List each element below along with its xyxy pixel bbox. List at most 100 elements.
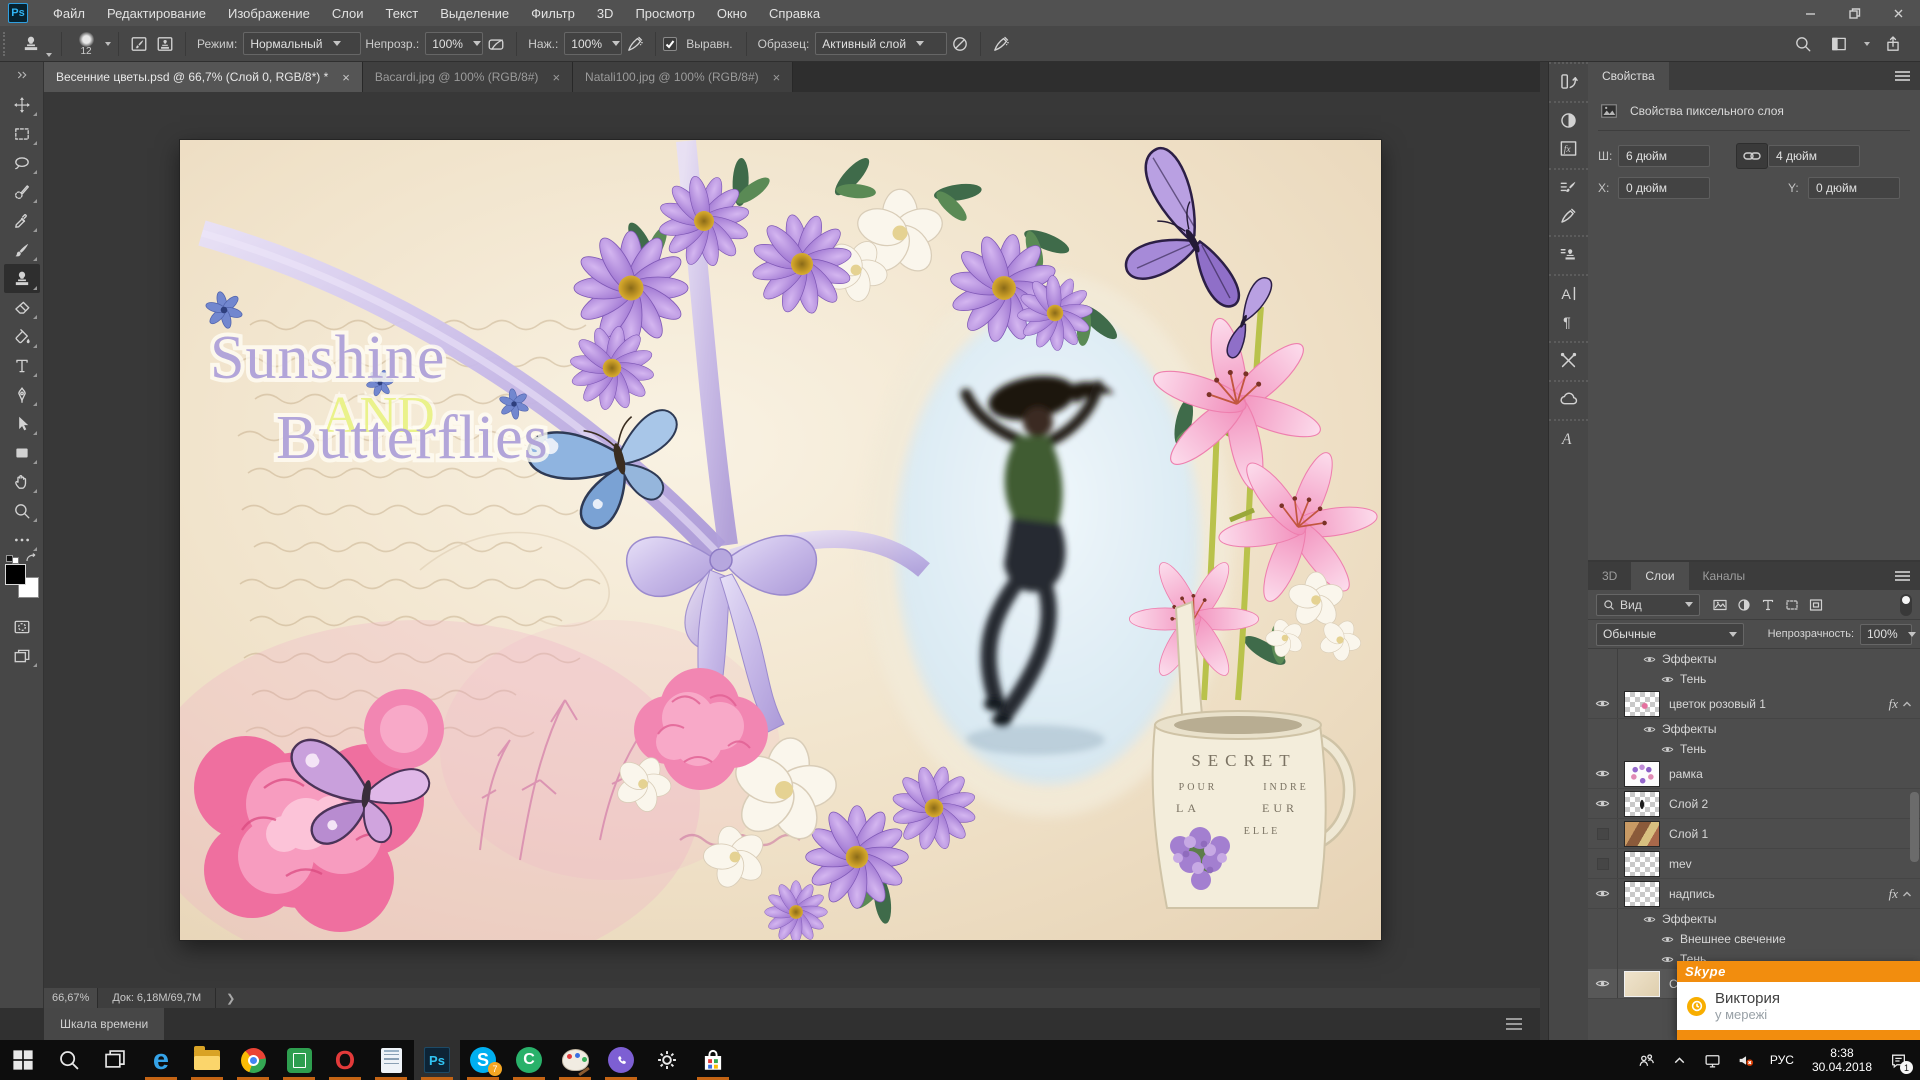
taskbar-opera[interactable]: O (322, 1040, 368, 1080)
collapse-toolbar-button[interactable] (0, 66, 43, 84)
panel-menu-icon[interactable] (1895, 69, 1910, 83)
aligned-checkbox[interactable] (663, 37, 677, 51)
menu-item-2[interactable]: Изображение (217, 0, 321, 26)
chevron-up-icon[interactable] (1664, 1040, 1695, 1080)
layer-row[interactable]: надпись fx (1588, 879, 1920, 909)
effect-row[interactable]: Тень (1588, 669, 1920, 689)
swap-colors-icon[interactable] (24, 552, 38, 564)
brush-presets-icon[interactable] (1554, 201, 1584, 229)
adjustment-filter-icon[interactable] (1733, 594, 1754, 615)
flow-select[interactable]: 100% (564, 32, 622, 55)
menu-item-4[interactable]: Текст (375, 0, 430, 26)
width-value[interactable]: 6 дюйм (1618, 145, 1710, 167)
brush-tool[interactable] (4, 235, 40, 264)
eye-icon[interactable] (1654, 673, 1680, 686)
blend-mode-select[interactable]: Нормальный (243, 32, 361, 55)
taskbar-notepad[interactable] (368, 1040, 414, 1080)
taskbar-reader-app[interactable] (276, 1040, 322, 1080)
filter-toggle[interactable] (1900, 594, 1912, 616)
pen-tool[interactable] (4, 380, 40, 409)
restore-button[interactable] (1832, 0, 1876, 26)
zoom-tool[interactable] (4, 496, 40, 525)
workspace-switcher-icon[interactable] (1826, 31, 1852, 57)
share-icon[interactable] (1880, 31, 1906, 57)
layer-thumbnail[interactable] (1624, 881, 1660, 907)
menu-item-9[interactable]: Окно (706, 0, 758, 26)
filter-type-select[interactable]: Вид (1596, 594, 1700, 616)
taskbar-skype[interactable]: S7 (460, 1040, 506, 1080)
type-tool[interactable] (4, 351, 40, 380)
default-colors-icon[interactable] (6, 552, 19, 564)
status-options-button[interactable]: ❯ (216, 988, 245, 1008)
tab-0[interactable]: 3D (1588, 562, 1631, 590)
menu-item-6[interactable]: Фильтр (520, 0, 586, 26)
canvas-area[interactable]: SECRET POUR INDRE LA EUR ELLE (44, 92, 1540, 988)
tool-preset-picker[interactable] (16, 30, 54, 58)
eye-icon[interactable] (1588, 689, 1618, 718)
menu-item-1[interactable]: Редактирование (96, 0, 217, 26)
eye-icon[interactable] (1654, 743, 1680, 756)
menu-item-7[interactable]: 3D (586, 0, 625, 26)
search-icon[interactable] (1790, 31, 1816, 57)
timeline-tab[interactable]: Шкала времени (44, 1008, 164, 1040)
eye-icon[interactable] (1654, 933, 1680, 946)
clone-source-icon[interactable] (1554, 240, 1584, 268)
layer-thumbnail[interactable] (1624, 851, 1660, 877)
people-icon[interactable] (1631, 1040, 1662, 1080)
pressure-size-icon[interactable] (988, 31, 1014, 57)
taskbar-task-view-button[interactable] (92, 1040, 138, 1080)
brush-preset-picker[interactable]: 12 (69, 32, 103, 56)
foreground-color-swatch[interactable] (5, 564, 26, 585)
edit-toolbar[interactable] (4, 525, 40, 554)
type-filter-icon[interactable] (1757, 594, 1778, 615)
layer-thumbnail[interactable] (1624, 791, 1660, 817)
network-icon[interactable] (1697, 1040, 1728, 1080)
airbrush-icon[interactable] (622, 31, 648, 57)
taskbar-edge[interactable]: e (138, 1040, 184, 1080)
minimize-button[interactable] (1788, 0, 1832, 26)
eye-icon[interactable] (1588, 759, 1618, 788)
libraries-icon[interactable] (1554, 385, 1584, 413)
taskbar-store[interactable] (690, 1040, 736, 1080)
effect-row[interactable]: Внешнее свечение (1588, 929, 1920, 949)
taskbar-search-button[interactable] (46, 1040, 92, 1080)
open-document[interactable]: SECRET POUR INDRE LA EUR ELLE (180, 140, 1381, 940)
eyedropper-tool[interactable] (4, 206, 40, 235)
layer-thumbnail[interactable] (1624, 971, 1660, 997)
taskbar-photoshop[interactable]: Ps (414, 1040, 460, 1080)
options-grip[interactable] (3, 32, 10, 56)
brush-settings-toggle-icon[interactable] (126, 31, 152, 57)
sample-select[interactable]: Активный слой (815, 32, 947, 55)
ignore-adjustment-layers-icon[interactable] (947, 31, 973, 57)
layer-row[interactable]: Слой 2 (1588, 789, 1920, 819)
eye-icon[interactable] (1588, 789, 1618, 818)
link-dimensions-button[interactable] (1736, 143, 1768, 169)
taskbar-chrome[interactable] (230, 1040, 276, 1080)
menu-item-3[interactable]: Слои (321, 0, 375, 26)
effects-row[interactable]: Эффекты (1588, 719, 1920, 739)
taskbar-file-explorer[interactable] (184, 1040, 230, 1080)
styles-icon[interactable]: fx (1554, 134, 1584, 162)
taskbar-camtasia[interactable]: C (506, 1040, 552, 1080)
move-tool[interactable] (4, 90, 40, 119)
eye-icon[interactable] (1636, 913, 1662, 926)
eye-icon[interactable] (1636, 653, 1662, 666)
close-tab-icon[interactable]: × (342, 70, 350, 85)
layer-row[interactable]: рамка (1588, 759, 1920, 789)
height-value[interactable]: 4 дюйм (1768, 145, 1860, 167)
layers-scrollbar[interactable] (1910, 792, 1919, 862)
layer-opacity-select[interactable]: 100% (1860, 624, 1912, 645)
quick-mask-button[interactable] (4, 612, 40, 641)
adjustments-icon[interactable] (1554, 106, 1584, 134)
eye-empty[interactable] (1588, 819, 1618, 848)
zoom-level-field[interactable]: 66,67% (44, 988, 98, 1008)
taskbar-start-button[interactable] (0, 1040, 46, 1080)
collapse-effects-icon[interactable] (1902, 887, 1912, 901)
action-center-icon[interactable]: 1 (1883, 1040, 1914, 1080)
character-icon[interactable]: A (1554, 279, 1584, 307)
clock[interactable]: 8:38 30.04.2018 (1803, 1046, 1881, 1074)
close-tab-icon[interactable]: × (552, 70, 560, 85)
skype-toast-body[interactable]: Виктория у мережі (1677, 982, 1920, 1030)
paint-bucket-tool[interactable] (4, 322, 40, 351)
layer-row[interactable]: mev (1588, 849, 1920, 879)
